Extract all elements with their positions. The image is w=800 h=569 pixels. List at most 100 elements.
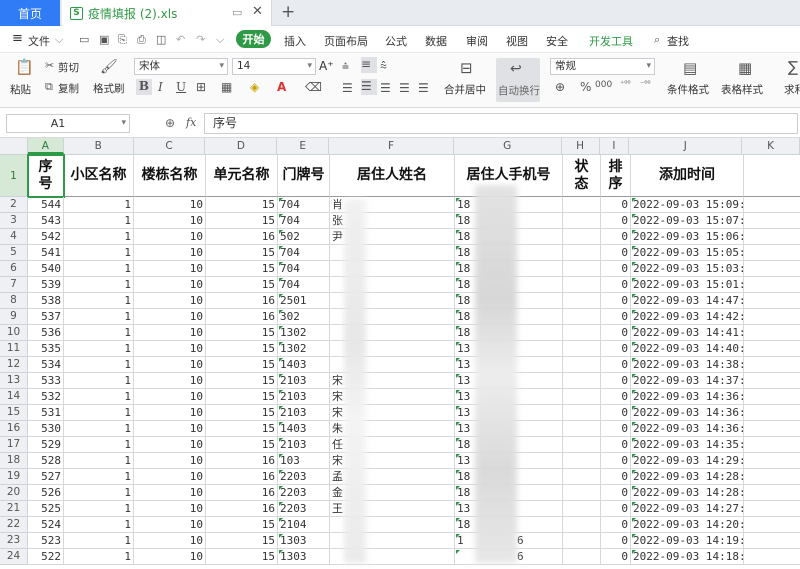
cell-community[interactable]: 1 (64, 421, 134, 437)
cell-building[interactable]: 10 (134, 517, 206, 533)
cell-added-time[interactable]: 2022-09-03 14:36:50 (631, 405, 744, 421)
cell-status[interactable] (563, 357, 601, 373)
sum-button[interactable]: 求和 (784, 82, 800, 97)
cell-community[interactable]: 1 (64, 453, 134, 469)
empty-cell[interactable] (744, 261, 800, 277)
font-family-select[interactable]: 宋体 (134, 58, 228, 75)
cell-status[interactable] (563, 405, 601, 421)
format-painter-icon[interactable]: 🖌 (100, 59, 118, 75)
empty-cell[interactable] (744, 229, 800, 245)
underline-button[interactable]: U (176, 80, 186, 94)
cell-door-number[interactable]: 704 (278, 213, 330, 229)
row-header[interactable]: 10 (0, 325, 28, 341)
row-header[interactable]: 14 (0, 389, 28, 405)
new-tab-plus-icon[interactable]: + (281, 2, 295, 22)
cell-community[interactable]: 1 (64, 533, 134, 549)
cell-order[interactable]: 0 (601, 261, 631, 277)
cell-community[interactable]: 1 (64, 309, 134, 325)
cell-order[interactable]: 0 (601, 229, 631, 245)
cell-building[interactable]: 10 (134, 341, 206, 357)
empty-cell[interactable] (744, 245, 800, 261)
cell-seq[interactable]: 531 (28, 405, 64, 421)
column-header-I[interactable]: I (600, 138, 630, 154)
empty-cell[interactable] (744, 485, 800, 501)
column-header-E[interactable]: E (277, 138, 330, 154)
empty-cell[interactable] (744, 341, 800, 357)
cell-unit[interactable]: 15 (206, 405, 278, 421)
row-header[interactable]: 22 (0, 517, 28, 533)
cell-added-time[interactable]: 2022-09-03 15:01:50 (631, 277, 744, 293)
cell-status[interactable] (563, 549, 601, 565)
fill-pattern-icon[interactable]: ▦ (221, 80, 232, 94)
cell-building[interactable]: 10 (134, 309, 206, 325)
cell-door-number[interactable]: 2104 (278, 517, 330, 533)
cell-status[interactable] (563, 389, 601, 405)
cell-seq[interactable]: 526 (28, 485, 64, 501)
menu-view[interactable]: 视图 (506, 33, 528, 49)
cell-seq[interactable]: 534 (28, 357, 64, 373)
empty-cell[interactable] (744, 197, 800, 213)
empty-cell[interactable] (744, 469, 800, 485)
cell-seq[interactable]: 529 (28, 437, 64, 453)
cell-door-number[interactable]: 2501 (278, 293, 330, 309)
cell-added-time[interactable]: 2022-09-03 14:40:50 (631, 341, 744, 357)
cell-order[interactable]: 0 (601, 293, 631, 309)
bold-button[interactable]: B (136, 79, 152, 95)
cell-order[interactable]: 0 (601, 373, 631, 389)
cell-community[interactable]: 1 (64, 501, 134, 517)
cell-seq[interactable]: 527 (28, 469, 64, 485)
cell-order[interactable]: 0 (601, 501, 631, 517)
cell-status[interactable] (563, 309, 601, 325)
merge-center-button[interactable]: 合并居中 (444, 82, 486, 97)
cell-building[interactable]: 10 (134, 373, 206, 389)
empty-cell[interactable] (744, 549, 800, 565)
print-preview-icon[interactable]: ◫ (156, 33, 166, 46)
column-header-K[interactable]: K (742, 138, 800, 154)
empty-cell[interactable] (744, 405, 800, 421)
cell-building[interactable]: 10 (134, 389, 206, 405)
column-header-G[interactable]: G (454, 138, 562, 154)
cell-seq[interactable]: 532 (28, 389, 64, 405)
cell-status[interactable] (563, 213, 601, 229)
cell-order[interactable]: 0 (601, 517, 631, 533)
cell-community[interactable]: 1 (64, 213, 134, 229)
zoom-function-icon[interactable]: ⊕ (165, 116, 175, 130)
increase-font-icon[interactable]: A⁺ (319, 59, 334, 73)
cell-phone-suffix[interactable]: 6 (515, 549, 535, 565)
scissors-icon[interactable]: ✂ (45, 59, 54, 72)
cell-unit[interactable]: 15 (206, 389, 278, 405)
print-icon[interactable]: ⎙ (137, 33, 146, 47)
cell-seq[interactable]: 533 (28, 373, 64, 389)
decrease-decimal-icon[interactable]: ⁻⁰⁰ (640, 79, 651, 88)
cell-status[interactable] (563, 277, 601, 293)
cell-added-time[interactable]: 2022-09-03 14:42:50 (631, 309, 744, 325)
cell-door-number[interactable]: 704 (278, 277, 330, 293)
table-header-cell[interactable]: 居住人姓名 (330, 155, 455, 197)
justify-icon[interactable]: ☰ (399, 81, 410, 95)
cell-unit[interactable]: 15 (206, 325, 278, 341)
cell-added-time[interactable]: 2022-09-03 14:18:50 (631, 549, 744, 565)
cell-order[interactable]: 0 (601, 485, 631, 501)
table-header-cell[interactable]: 排序 (601, 155, 631, 197)
cell-status[interactable] (563, 293, 601, 309)
cell-seq[interactable]: 525 (28, 501, 64, 517)
cell-unit[interactable]: 15 (206, 341, 278, 357)
cell-added-time[interactable]: 2022-09-03 14:36:50 (631, 389, 744, 405)
menu-file[interactable]: 文件 (28, 33, 50, 49)
cell-added-time[interactable]: 2022-09-03 14:36:00 (631, 421, 744, 437)
cell-door-number[interactable]: 1403 (278, 421, 330, 437)
cell-added-time[interactable]: 2022-09-03 15:09:50 (631, 197, 744, 213)
row-header[interactable]: 13 (0, 373, 28, 389)
column-header-H[interactable]: H (562, 138, 600, 154)
cell-community[interactable]: 1 (64, 197, 134, 213)
cell-seq[interactable]: 544 (28, 197, 64, 213)
cell-door-number[interactable]: 2203 (278, 485, 330, 501)
cell-added-time[interactable]: 2022-09-03 14:38:00 (631, 357, 744, 373)
empty-cell[interactable] (744, 389, 800, 405)
table-header-cell[interactable]: 添加时间 (631, 155, 744, 197)
cell-building[interactable]: 10 (134, 405, 206, 421)
row-header[interactable]: 8 (0, 293, 28, 309)
empty-cell[interactable] (744, 325, 800, 341)
sum-icon[interactable]: ∑ (788, 58, 798, 76)
row-header[interactable]: 12 (0, 357, 28, 373)
